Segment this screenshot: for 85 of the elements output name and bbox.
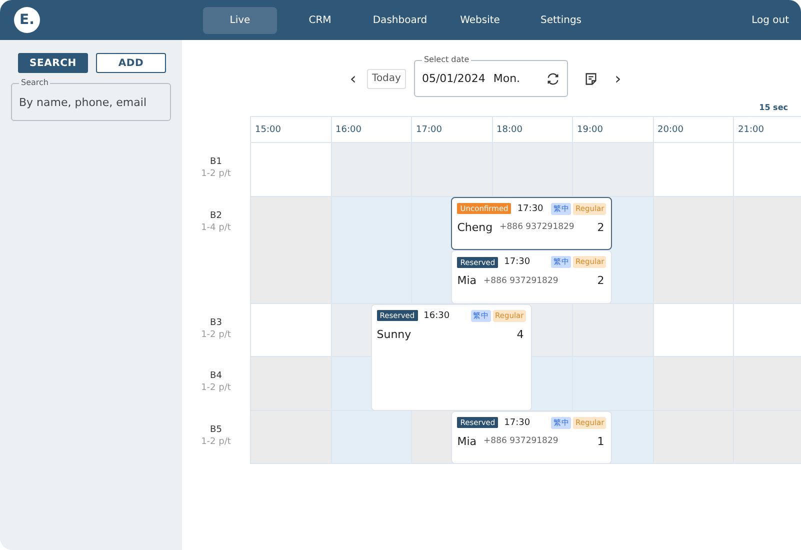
nav-tab[interactable]: Live <box>203 6 277 34</box>
guest-name: Mia <box>457 274 477 287</box>
time-slot[interactable] <box>250 304 330 357</box>
time-slot[interactable] <box>250 410 330 464</box>
time-slot[interactable] <box>652 196 733 304</box>
field-label: Select date <box>422 54 472 65</box>
time-slot[interactable] <box>250 143 330 196</box>
time-slot[interactable] <box>411 410 452 464</box>
guest-name: Cheng <box>457 220 493 234</box>
previous-button[interactable]: ‹ <box>345 69 362 88</box>
search-field[interactable]: Search By name, phone, email <box>11 77 171 121</box>
guest-phone: +886 937291829 <box>484 436 558 446</box>
guest-name: Mia <box>457 434 477 448</box>
time-header: 18:00 <box>492 116 572 143</box>
time-header: 15:00 <box>250 116 330 143</box>
table-capacity: 1-2 p/t <box>201 169 231 179</box>
time-header: 19:00 <box>572 116 652 143</box>
time-slot[interactable] <box>330 304 371 357</box>
party-size: 4 <box>516 328 525 340</box>
next-button[interactable]: › <box>610 69 626 88</box>
guest-phone: +886 937291829 <box>484 276 558 286</box>
time-slot[interactable] <box>411 196 452 304</box>
time-slot[interactable] <box>411 143 492 196</box>
table-capacity: 1-2 p/t <box>201 383 231 393</box>
guest-phone: +886 937291829 <box>500 222 574 232</box>
time-slot[interactable] <box>330 143 411 196</box>
logout-link[interactable]: Log out <box>752 14 789 26</box>
time-slot[interactable] <box>492 143 572 196</box>
today-button[interactable]: Today <box>367 68 406 88</box>
guest-name: Sunny <box>376 328 412 340</box>
party-size: 1 <box>597 434 606 448</box>
date-value: 05/01/2024 <box>422 72 486 85</box>
add-button[interactable]: ADD <box>96 53 166 73</box>
party-size: 2 <box>597 274 606 287</box>
time-slot[interactable] <box>572 304 652 357</box>
logo[interactable]: E. <box>14 7 40 33</box>
note-icon[interactable] <box>584 72 598 86</box>
time-header: 21:00 <box>733 116 801 143</box>
date-field[interactable]: Select date 05/01/2024 Mon. <box>414 54 568 97</box>
search-input[interactable]: By name, phone, email <box>19 96 163 108</box>
table-capacity: 1-2 p/t <box>201 436 231 446</box>
time-slot[interactable] <box>572 357 652 410</box>
time-slot[interactable] <box>733 410 801 464</box>
time-slot[interactable] <box>652 143 733 196</box>
booking-time: 17:30 <box>504 257 530 267</box>
table-capacity: 1-4 p/t <box>201 222 231 232</box>
time-slot[interactable] <box>733 143 801 196</box>
booking-time: 16:30 <box>424 310 450 320</box>
time-slot[interactable] <box>733 304 801 357</box>
nav-tab[interactable]: Website <box>437 6 523 34</box>
time-slot[interactable] <box>532 357 572 410</box>
party-size: 2 <box>597 220 606 234</box>
table-name: B4 <box>210 371 222 381</box>
search-button[interactable]: SEARCH <box>18 53 88 73</box>
table-name: B5 <box>210 424 222 434</box>
refresh-icon[interactable] <box>546 72 560 86</box>
time-slot[interactable] <box>250 196 330 304</box>
table-name: B2 <box>210 210 222 220</box>
time-header: 16:00 <box>330 116 411 143</box>
field-label: Search <box>19 77 50 88</box>
time-slot[interactable] <box>733 357 801 410</box>
nav-tab[interactable]: CRM <box>277 6 363 34</box>
weekday-text: Mon. <box>493 72 520 85</box>
time-slot[interactable] <box>652 357 733 410</box>
time-header: 17:00 <box>411 116 492 143</box>
time-slot[interactable] <box>652 304 733 357</box>
refresh-interval: 15 sec <box>759 103 788 112</box>
time-slot[interactable] <box>572 143 652 196</box>
time-slot[interactable] <box>330 357 371 410</box>
time-slot[interactable] <box>652 410 733 464</box>
booking-time: 17:30 <box>504 418 530 428</box>
table-capacity: 1-2 p/t <box>201 330 231 340</box>
time-header: 20:00 <box>652 116 733 143</box>
nav-tab[interactable]: Dashboard <box>363 6 437 34</box>
table-name: B3 <box>210 318 222 328</box>
nav-tab[interactable]: Settings <box>523 6 599 34</box>
time-slot[interactable] <box>330 196 411 304</box>
time-slot[interactable] <box>330 410 411 464</box>
table-name: B1 <box>210 157 222 167</box>
time-slot[interactable] <box>532 304 572 357</box>
time-slot[interactable] <box>612 196 652 304</box>
booking-time: 17:30 <box>517 204 544 214</box>
time-slot[interactable] <box>612 410 652 464</box>
time-slot[interactable] <box>733 196 801 304</box>
time-slot[interactable] <box>250 357 330 410</box>
